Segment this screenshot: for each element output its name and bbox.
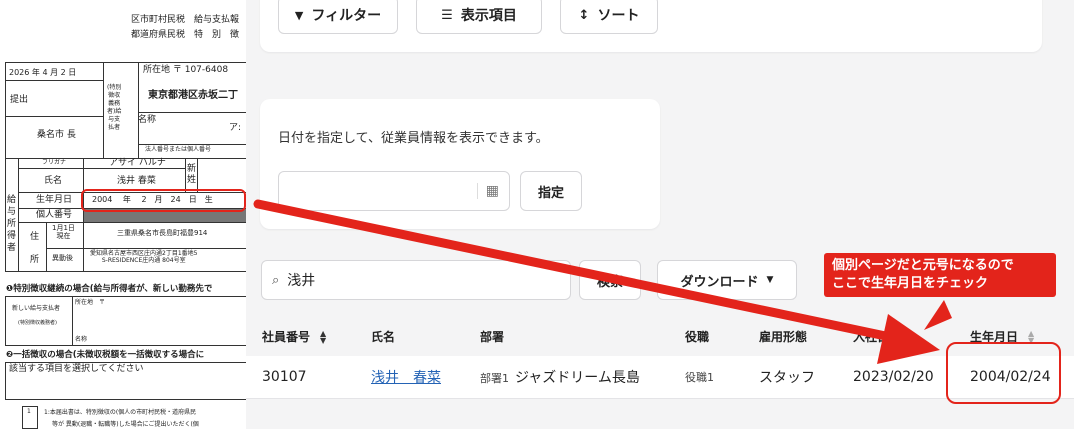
callout-pointer: [924, 300, 952, 330]
annotation-arrow: [253, 199, 952, 364]
annotation-callout: 個別ページだと元号になるので ここで生年月日をチェック: [824, 253, 1056, 297]
callout-line2: ここで生年月日をチェック: [832, 276, 989, 291]
callout-line1: 個別ページだと元号になるので: [832, 258, 1014, 273]
arrow-shaft: [253, 199, 900, 343]
